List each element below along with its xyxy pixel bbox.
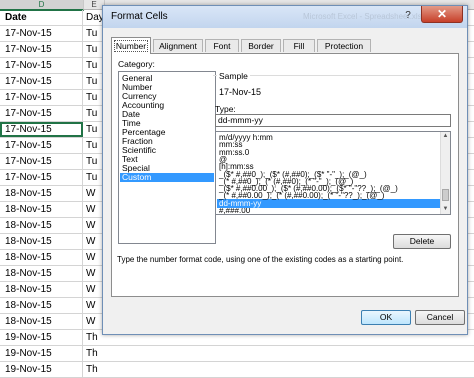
date-cell[interactable]: 17-Nov-15 [0, 106, 83, 121]
date-cell[interactable]: 17-Nov-15 [0, 74, 83, 89]
scroll-thumb[interactable] [442, 189, 449, 201]
day-cell[interactable]: W [83, 282, 103, 297]
day-cell[interactable]: W [83, 234, 103, 249]
table-row: 19-Nov-15 Th [0, 346, 474, 362]
sample-value: 17-Nov-15 [219, 87, 262, 97]
day-cell[interactable]: Tu [83, 170, 103, 185]
scroll-up-icon[interactable]: ▲ [441, 132, 450, 141]
date-cell[interactable]: 18-Nov-15 [0, 202, 83, 217]
date-cell[interactable]: 18-Nov-15 [0, 186, 83, 201]
tab-font[interactable]: Font [205, 39, 239, 52]
format-code-item[interactable]: m/d/yyyy h:mm [217, 133, 441, 142]
date-cell[interactable]: 17-Nov-15 [0, 42, 83, 57]
tab-number[interactable]: Number [111, 37, 151, 54]
date-cell[interactable]: 17-Nov-15 [0, 170, 83, 185]
tab-protection[interactable]: Protection [317, 39, 371, 52]
day-cell[interactable]: Th [83, 362, 103, 377]
date-cell[interactable]: 17-Nov-15 [0, 26, 83, 41]
hint-text: Type the number format code, using one o… [117, 255, 404, 264]
cancel-button[interactable]: Cancel [415, 310, 465, 325]
day-cell[interactable]: Tu [83, 26, 103, 41]
ok-button[interactable]: OK [361, 310, 411, 325]
day-cell[interactable]: Tu [83, 42, 103, 57]
day-cell[interactable]: Tu [83, 90, 103, 105]
day-cell[interactable]: Tu [83, 58, 103, 73]
table-row: 19-Nov-15 Th [0, 362, 474, 378]
day-cell[interactable]: W [83, 250, 103, 265]
tab-fill[interactable]: Fill [283, 39, 315, 52]
day-cell[interactable]: Tu [83, 106, 103, 121]
category-list[interactable]: General Number Currency Accounting Date Time P… [118, 71, 216, 244]
dialog-title: Format Cells [111, 11, 168, 22]
date-cell[interactable]: Date [0, 10, 83, 25]
date-cell[interactable]: 18-Nov-15 [0, 250, 83, 265]
day-cell[interactable]: W [83, 266, 103, 281]
type-label: Type: [215, 104, 236, 114]
day-cell[interactable]: W [83, 202, 103, 217]
date-cell[interactable]: 18-Nov-15 [0, 282, 83, 297]
date-cell[interactable]: 17-Nov-15 [0, 154, 83, 169]
scroll-down-icon[interactable]: ▼ [441, 205, 450, 214]
date-cell[interactable]: 17-Nov-15 [0, 138, 83, 153]
day-cell[interactable]: W [83, 218, 103, 233]
date-cell[interactable]: 18-Nov-15 [0, 298, 83, 313]
date-cell[interactable]: 19-Nov-15 [0, 346, 83, 361]
day-cell[interactable]: Day [83, 10, 103, 25]
date-cell[interactable]: 19-Nov-15 [0, 362, 83, 377]
tab-number-label: Number [113, 40, 149, 52]
date-cell[interactable]: 17-Nov-15 [0, 90, 83, 105]
tab-border[interactable]: Border [241, 39, 281, 52]
category-item[interactable]: Custom [120, 173, 214, 182]
day-cell[interactable]: Tu [83, 138, 103, 153]
tab-alignment[interactable]: Alignment [153, 39, 203, 52]
format-code-list[interactable]: #,###.00 dd-mmm-yy _(* #,##0.00_);_(* (#,#… [215, 131, 451, 215]
day-cell[interactable]: Tu [83, 122, 103, 137]
date-cell[interactable]: 18-Nov-15 [0, 266, 83, 281]
date-cell[interactable]: 17-Nov-15 [0, 122, 83, 137]
day-cell[interactable]: Tu [83, 74, 103, 89]
day-cell[interactable]: Th [83, 346, 103, 361]
category-label: Category: [118, 59, 155, 69]
help-button[interactable]: ? [399, 9, 417, 23]
day-cell[interactable]: Tu [83, 154, 103, 169]
format-cells-dialog: Format Cells Microsoft Excel - Spreadshe… [102, 5, 468, 335]
date-cell[interactable]: 18-Nov-15 [0, 234, 83, 249]
day-cell[interactable]: W [83, 298, 103, 313]
number-tab-panel: Category: General Number Currency Accountin… [111, 53, 459, 297]
sample-group: Sample 17-Nov-15 [211, 71, 453, 104]
type-input[interactable]: dd-mmm-yy [215, 114, 451, 127]
day-cell[interactable]: W [83, 314, 103, 329]
date-cell[interactable]: 17-Nov-15 [0, 58, 83, 73]
day-cell[interactable]: W [83, 186, 103, 201]
date-cell[interactable]: 18-Nov-15 [0, 314, 83, 329]
delete-button[interactable]: Delete [393, 234, 451, 249]
sample-label: Sample [217, 71, 250, 81]
format-list-scrollbar[interactable]: ▲ ▼ [440, 132, 450, 214]
date-cell[interactable]: 18-Nov-15 [0, 218, 83, 233]
close-button[interactable]: ✕ [421, 6, 463, 23]
dialog-titlebar[interactable]: Format Cells Microsoft Excel - Spreadshe… [103, 6, 467, 28]
